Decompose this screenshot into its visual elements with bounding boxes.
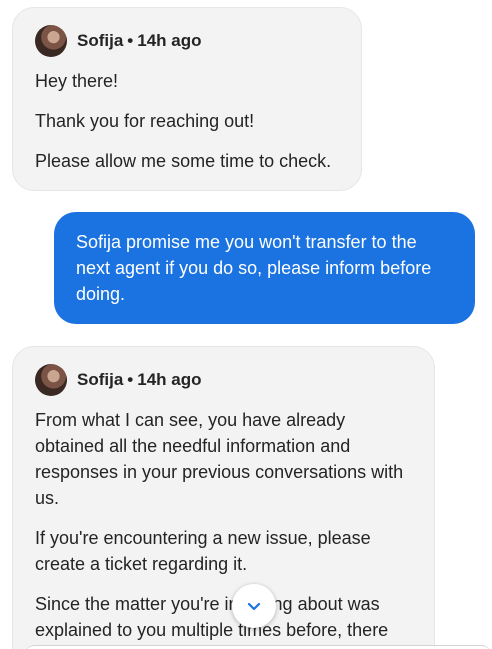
message-paragraph: Please allow me some time to check. bbox=[35, 151, 332, 171]
author-name: Sofija bbox=[77, 370, 124, 389]
message-paragraph: From what I can see, you have already ob… bbox=[35, 410, 404, 508]
message-paragraph: Thank you for reaching out! bbox=[35, 111, 255, 131]
agent-avatar[interactable] bbox=[35, 364, 67, 396]
scroll-to-bottom-button[interactable] bbox=[232, 584, 276, 628]
chevron-down-icon bbox=[247, 602, 261, 610]
author-name: Sofija bbox=[77, 31, 124, 50]
composer-edge bbox=[24, 645, 492, 649]
chat-thread: Sofija • 14h ago Hey there! Thank you fo… bbox=[0, 0, 492, 649]
user-message-text: Sofija promise me you won't transfer to … bbox=[76, 232, 432, 304]
message-paragraph: Hey there! bbox=[35, 71, 119, 91]
message-header: Sofija • 14h ago bbox=[35, 24, 339, 58]
message-paragraph: If you're encountering a new issue, plea… bbox=[35, 528, 371, 574]
agent-message-bubble: Sofija • 14h ago From what I can see, yo… bbox=[12, 346, 435, 649]
message-header: Sofija • 14h ago bbox=[35, 363, 412, 397]
message-paragraph: Since the matter you're inquiring about … bbox=[35, 594, 389, 640]
message-timestamp: 14h ago bbox=[137, 370, 202, 389]
agent-message-bubble: Sofija • 14h ago Hey there! Thank you fo… bbox=[12, 7, 362, 191]
agent-avatar[interactable] bbox=[35, 25, 67, 57]
separator-dot: • bbox=[127, 31, 134, 50]
user-message-bubble: Sofija promise me you won't transfer to … bbox=[54, 212, 475, 324]
message-timestamp: 14h ago bbox=[137, 31, 202, 50]
separator-dot: • bbox=[127, 370, 134, 389]
